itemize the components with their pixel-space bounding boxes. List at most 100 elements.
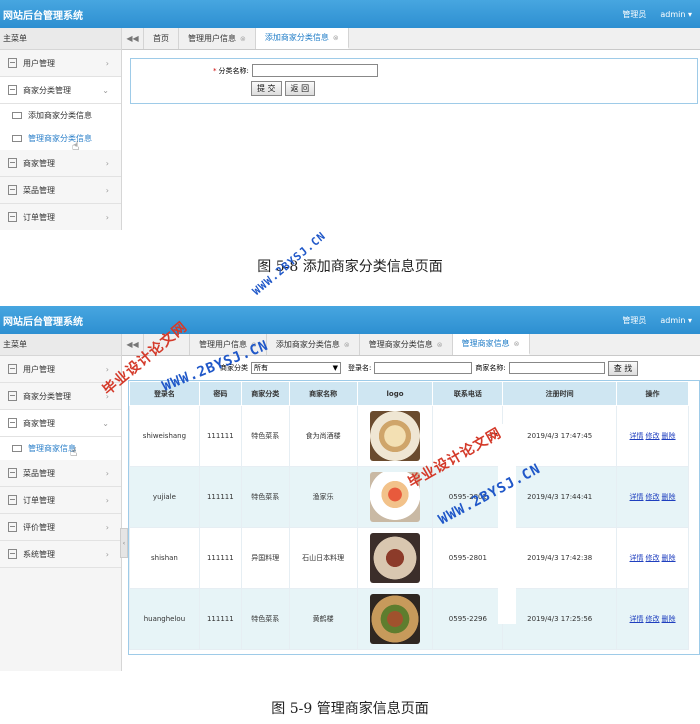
close-icon[interactable]: ⊗ — [437, 341, 443, 349]
figure-caption-1: 图 5-8 添加商家分类信息页面 — [257, 259, 443, 275]
chevron-right-icon: › — [105, 212, 109, 222]
sidebar-item-label: 商家分类管理 — [23, 85, 71, 95]
sidebar-sub-manage-merchants[interactable]: 管理商家信息 ☝ — [0, 437, 121, 460]
tab-manage-merchants[interactable]: 管理商家信息 ⊗ — [452, 334, 530, 355]
detail-link[interactable]: 详情 — [630, 615, 644, 623]
app-title: 网站后台管理系统 — [3, 10, 83, 22]
col-header-ops: 操作 — [616, 381, 689, 406]
folder-icon — [12, 112, 22, 119]
user-menu[interactable]: admin ▾ — [660, 10, 692, 19]
merchant-table: 登录名 密码 商家分类 商家名称 logo 联系电话 注册时间 操作 shiwe… — [129, 381, 689, 650]
col-header-time: 注册时间 — [502, 381, 618, 406]
cell-name: 黄鹤楼 — [288, 588, 358, 650]
cell-category: 特色菜系 — [240, 466, 290, 528]
chevron-right-icon: › — [105, 58, 109, 68]
sidebar-sub-manage-category[interactable]: 管理商家分类信息 ☝ — [0, 127, 121, 153]
caret-down-icon: ▾ — [687, 315, 692, 325]
cell-logo — [356, 588, 434, 650]
sidebar-item-order-mgmt[interactable]: 订单管理 › — [0, 487, 121, 514]
sidebar-item-label: 用户管理 — [23, 364, 55, 374]
category-filter-select[interactable]: 所有 ▼ — [251, 362, 341, 374]
search-button[interactable]: 查 找 — [607, 360, 639, 376]
document-icon — [8, 212, 17, 222]
sidebar-toggle-icon[interactable]: ‹ — [120, 528, 128, 558]
sidebar-item-label: 菜品管理 — [23, 185, 55, 195]
tab-manage-category[interactable]: 管理商家分类信息 ⊗ — [360, 334, 453, 355]
select-value: 所有 — [254, 364, 268, 372]
edit-link[interactable]: 修改 — [646, 432, 660, 440]
sidebar-item-category-mgmt[interactable]: 商家分类管理 › — [0, 383, 121, 410]
edit-link[interactable]: 修改 — [646, 493, 660, 501]
delete-link[interactable]: 删除 — [662, 432, 676, 440]
close-icon[interactable]: ⊗ — [333, 34, 339, 42]
sidebar-item-merchant-mgmt[interactable]: 商家管理 › — [0, 150, 121, 177]
tab-home[interactable]: 首页 — [144, 28, 179, 49]
merchant-logo-image — [370, 472, 421, 522]
tab-manage-users[interactable]: 管理用户信息 ⊗ — [190, 334, 267, 355]
sidebar-sub-add-category[interactable]: 添加商家分类信息 — [0, 104, 121, 127]
merchant-logo-image — [370, 411, 421, 461]
name-filter-input[interactable] — [508, 362, 605, 374]
sidebar-item-label: 商家分类管理 — [23, 391, 71, 401]
cell-password: 111111 — [198, 588, 242, 650]
close-icon[interactable]: ⊗ — [251, 341, 257, 349]
close-icon[interactable]: ⊗ — [240, 35, 246, 43]
tab-add-category[interactable]: 添加商家分类信息 ⊗ — [267, 334, 360, 355]
table-row: huanghelou 111111 特色菜系 黄鹤楼 0595-2296 201… — [129, 588, 689, 650]
tab-manage-users[interactable]: 管理用户信息 ⊗ — [179, 28, 256, 49]
close-icon[interactable]: ⊗ — [514, 340, 520, 348]
col-header-logo: logo — [356, 381, 434, 406]
required-mark: * — [213, 66, 217, 75]
edit-link[interactable]: 修改 — [646, 554, 660, 562]
sidebar-item-dish-mgmt[interactable]: 菜品管理 › — [0, 177, 121, 204]
sidebar-item-review-mgmt[interactable]: 评价管理 › — [0, 514, 121, 541]
cell-phone: 0595-2801 — [432, 527, 504, 589]
chevron-right-icon: › — [105, 549, 109, 559]
sidebar-item-user-mgmt[interactable]: 用户管理 › — [0, 50, 121, 77]
caret-down-icon: ▾ — [687, 9, 692, 19]
delete-link[interactable]: 删除 — [662, 615, 676, 623]
chevron-down-icon: ⌄ — [102, 418, 109, 428]
sidebar-item-order-mgmt[interactable]: 订单管理 › — [0, 204, 121, 230]
sidebar-item-category-mgmt[interactable]: 商家分类管理 ⌄ — [0, 77, 121, 104]
detail-link[interactable]: 详情 — [630, 554, 644, 562]
user-box: 管理员 admin ▾ — [622, 9, 692, 20]
cell-login: shishan — [129, 527, 200, 589]
detail-link[interactable]: 详情 — [630, 432, 644, 440]
cell-ops: 详情 修改 删除 — [616, 405, 689, 467]
sidebar-item-dish-mgmt[interactable]: 菜品管理 › — [0, 460, 121, 487]
sidebar-item-merchant-mgmt[interactable]: 商家管理 ⌄ — [0, 410, 121, 437]
sidebar-item-label: 订单管理 — [23, 495, 55, 505]
chevron-right-icon: › — [105, 495, 109, 505]
delete-link[interactable]: 删除 — [662, 554, 676, 562]
document-icon — [8, 364, 17, 374]
detail-link[interactable]: 详情 — [630, 493, 644, 501]
login-filter-input[interactable] — [374, 362, 473, 374]
sidebar-item-system-mgmt[interactable]: 系统管理 › — [0, 541, 121, 568]
tab-label: 首页 — [153, 34, 169, 43]
cell-phone: 772 — [432, 405, 504, 467]
cell-password: 111111 — [198, 466, 242, 528]
chevron-right-icon: › — [105, 391, 109, 401]
document-icon — [8, 495, 17, 505]
tab-scroll-left-icon[interactable]: ◀◀ — [122, 334, 144, 355]
sidebar-item-label: 用户管理 — [23, 58, 55, 68]
sidebar-item-label: 菜品管理 — [23, 468, 55, 478]
role-label: 管理员 — [622, 315, 647, 325]
document-icon — [8, 158, 17, 168]
submit-button[interactable]: 提 交 — [251, 81, 282, 96]
sidebar-item-user-mgmt[interactable]: 用户管理 › — [0, 356, 121, 383]
tab-label: 管理用户信息 — [199, 340, 247, 349]
category-name-input[interactable] — [251, 64, 378, 77]
close-icon[interactable]: ⊗ — [344, 341, 350, 349]
tab-home[interactable] — [144, 334, 190, 355]
category-filter-label: 商家分类 — [220, 364, 248, 372]
user-menu[interactable]: admin ▾ — [660, 316, 692, 325]
edit-link[interactable]: 修改 — [646, 615, 660, 623]
delete-link[interactable]: 删除 — [662, 493, 676, 501]
chevron-right-icon: › — [105, 468, 109, 478]
back-button[interactable]: 返 回 — [284, 81, 316, 96]
tab-scroll-left-icon[interactable]: ◀◀ — [122, 28, 144, 49]
tab-add-category[interactable]: 添加商家分类信息 ⊗ — [255, 28, 349, 49]
name-filter-label: 商家名称: — [475, 364, 506, 372]
